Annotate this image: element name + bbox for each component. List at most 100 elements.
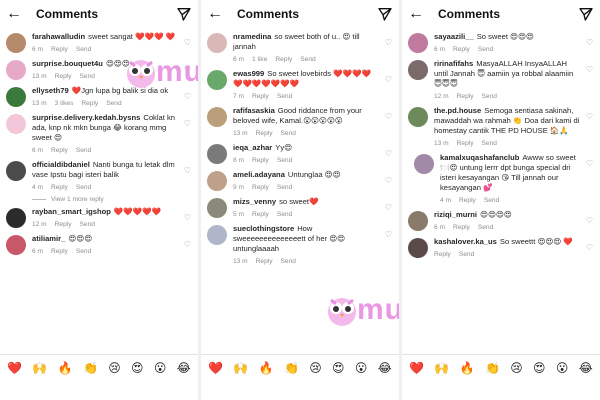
send-button[interactable]: Send — [459, 251, 474, 258]
emoji-reaction-button[interactable]: 😍 — [131, 361, 144, 375]
comment-username[interactable]: officialdibdaniel — [32, 160, 90, 169]
comment-username[interactable]: the.pd.house — [434, 106, 481, 115]
reply-button[interactable]: Reply — [51, 147, 68, 154]
avatar[interactable] — [6, 161, 26, 181]
emoji-reaction-button[interactable]: 😂 — [378, 361, 392, 375]
comment-username[interactable]: sueclothingstore — [233, 224, 294, 233]
send-paper-plane-icon[interactable] — [377, 6, 393, 22]
avatar[interactable] — [207, 107, 227, 127]
send-button[interactable]: Send — [76, 147, 91, 154]
emoji-reaction-button[interactable]: 🔥 — [58, 361, 73, 375]
comment-username[interactable]: farahawalludin — [32, 32, 85, 41]
comment-username[interactable]: ewas999 — [233, 69, 264, 78]
view-replies-label[interactable]: View 1 more reply — [51, 196, 104, 203]
heart-outline-icon[interactable]: ♡ — [586, 159, 593, 168]
reply-button[interactable]: Reply — [434, 251, 451, 258]
heart-outline-icon[interactable]: ♡ — [385, 112, 392, 121]
heart-outline-icon[interactable]: ♡ — [184, 166, 191, 175]
avatar[interactable] — [207, 33, 227, 53]
reply-button[interactable]: Reply — [453, 224, 470, 231]
reply-button[interactable]: Reply — [453, 46, 470, 53]
avatar[interactable] — [6, 235, 26, 255]
back-arrow-icon[interactable]: ← — [207, 5, 227, 23]
emoji-reaction-button[interactable]: 😢 — [108, 361, 121, 375]
emoji-reaction-button[interactable]: ❤️ — [409, 361, 424, 375]
avatar[interactable] — [408, 238, 428, 258]
emoji-reaction-button[interactable]: 🙌 — [233, 361, 248, 375]
heart-outline-icon[interactable]: ♡ — [586, 243, 593, 252]
comment-username[interactable]: atiliamir_ — [32, 234, 65, 243]
send-button[interactable]: Send — [300, 56, 315, 63]
emoji-reaction-button[interactable]: 🔥 — [259, 361, 274, 375]
comment-username[interactable]: riziqi_murni — [434, 210, 477, 219]
comment-username[interactable]: sayaazili__ — [434, 32, 474, 41]
comment-username[interactable]: ameli.adayana — [233, 170, 285, 179]
send-paper-plane-icon[interactable] — [578, 6, 594, 22]
back-arrow-icon[interactable]: ← — [408, 5, 428, 23]
emoji-reaction-button[interactable]: 😮 — [355, 361, 368, 375]
reply-button[interactable]: Reply — [256, 130, 273, 137]
avatar[interactable] — [207, 198, 227, 218]
emoji-reaction-button[interactable]: 😢 — [309, 361, 322, 375]
heart-outline-icon[interactable]: ♡ — [184, 213, 191, 222]
emoji-reaction-button[interactable]: 👏 — [83, 361, 98, 375]
avatar[interactable] — [6, 33, 26, 53]
heart-outline-icon[interactable]: ♡ — [184, 240, 191, 249]
send-button[interactable]: Send — [484, 197, 499, 204]
send-button[interactable]: Send — [76, 248, 91, 255]
avatar[interactable] — [6, 87, 26, 107]
comment-username[interactable]: ellyseth79 — [32, 86, 69, 95]
send-button[interactable]: Send — [277, 211, 292, 218]
comment-likes[interactable]: 1 like — [252, 56, 267, 63]
avatar[interactable] — [6, 114, 26, 134]
emoji-reaction-button[interactable]: 😍 — [332, 361, 345, 375]
reply-button[interactable]: Reply — [55, 221, 72, 228]
reply-button[interactable]: Reply — [275, 56, 292, 63]
emoji-reaction-button[interactable]: ❤️ — [208, 361, 223, 375]
emoji-reaction-button[interactable]: ❤️ — [7, 361, 22, 375]
send-button[interactable]: Send — [277, 93, 292, 100]
emoji-reaction-button[interactable]: 😂 — [579, 361, 593, 375]
send-button[interactable]: Send — [482, 140, 497, 147]
avatar[interactable] — [414, 154, 434, 174]
send-button[interactable]: Send — [281, 258, 296, 265]
emoji-reaction-button[interactable]: 😢 — [510, 361, 523, 375]
reply-button[interactable]: Reply — [457, 140, 474, 147]
comment-username[interactable]: rafifasaskia — [233, 106, 275, 115]
heart-outline-icon[interactable]: ♡ — [385, 176, 392, 185]
send-button[interactable]: Send — [106, 100, 121, 107]
heart-outline-icon[interactable]: ♡ — [586, 65, 593, 74]
avatar[interactable] — [6, 208, 26, 228]
heart-outline-icon[interactable]: ♡ — [385, 75, 392, 84]
comment-username[interactable]: kamalxuqashafanclub — [440, 153, 519, 162]
send-button[interactable]: Send — [80, 73, 95, 80]
send-button[interactable]: Send — [80, 221, 95, 228]
heart-outline-icon[interactable]: ♡ — [385, 203, 392, 212]
emoji-reaction-button[interactable]: 🙌 — [434, 361, 449, 375]
emoji-reaction-button[interactable]: 👏 — [284, 361, 299, 375]
heart-outline-icon[interactable]: ♡ — [385, 149, 392, 158]
emoji-reaction-button[interactable]: 😮 — [556, 361, 569, 375]
comment-username[interactable]: ieqa_azhar — [233, 143, 272, 152]
reply-button[interactable]: Reply — [256, 258, 273, 265]
heart-outline-icon[interactable]: ♡ — [385, 230, 392, 239]
avatar[interactable] — [408, 33, 428, 53]
send-button[interactable]: Send — [281, 130, 296, 137]
comment-username[interactable]: surprise.bouquet4u — [32, 59, 103, 68]
reply-button[interactable]: Reply — [459, 197, 476, 204]
send-button[interactable]: Send — [76, 46, 91, 53]
heart-outline-icon[interactable]: ♡ — [184, 92, 191, 101]
heart-outline-icon[interactable]: ♡ — [586, 216, 593, 225]
reply-button[interactable]: Reply — [252, 93, 269, 100]
emoji-reaction-button[interactable]: 👏 — [485, 361, 500, 375]
send-button[interactable]: Send — [277, 184, 292, 191]
comment-username[interactable]: mizs_venny — [233, 197, 276, 206]
comment-username[interactable]: surprise.delivery.kedah.bysns — [32, 113, 140, 122]
reply-button[interactable]: Reply — [51, 46, 68, 53]
send-button[interactable]: Send — [482, 93, 497, 100]
send-button[interactable]: Send — [478, 46, 493, 53]
back-arrow-icon[interactable]: ← — [6, 5, 26, 23]
avatar[interactable] — [408, 107, 428, 127]
emoji-reaction-button[interactable]: 😮 — [154, 361, 167, 375]
avatar[interactable] — [408, 211, 428, 231]
